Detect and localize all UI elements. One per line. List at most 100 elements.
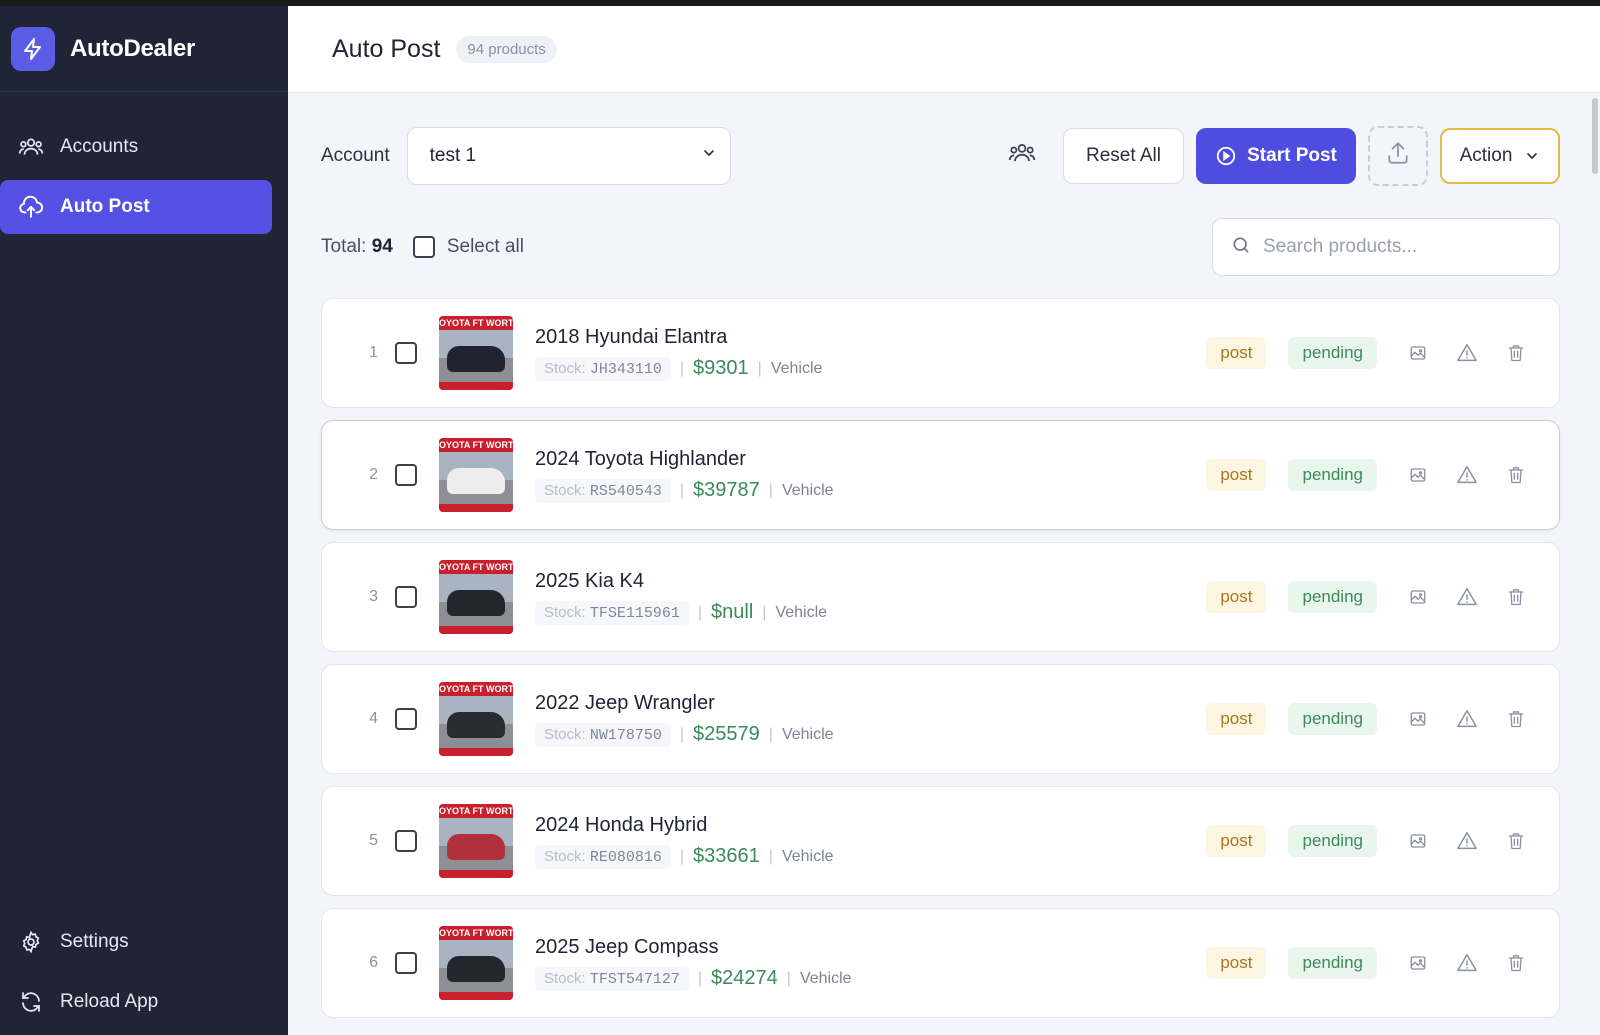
product-type: Vehicle (770, 359, 823, 377)
product-info: 2025 Kia K4 Stock: TFSE115961 | $null | … (535, 570, 827, 625)
sidebar-item-settings[interactable]: Settings (0, 915, 272, 969)
warning-icon[interactable] (1456, 830, 1478, 852)
group-accounts-button[interactable] (1001, 135, 1043, 177)
product-card[interactable]: 5 OYOTA FT WORT 2024 Honda Hybrid Stock:… (321, 786, 1560, 896)
product-card[interactable]: 6 OYOTA FT WORT 2025 Jeep Compass Stock:… (321, 908, 1560, 1018)
product-card[interactable]: 4 OYOTA FT WORT 2022 Jeep Wrangler Stock… (321, 664, 1560, 774)
product-checkbox[interactable] (395, 708, 417, 730)
thumbnail-car (447, 468, 505, 494)
product-index: 3 (369, 588, 378, 605)
brand: AutoDealer (0, 6, 288, 92)
product-thumbnail: OYOTA FT WORT (439, 682, 513, 756)
app-name: AutoDealer (70, 34, 196, 62)
stock-label: Stock: (544, 969, 586, 987)
meta-separator: | (697, 603, 703, 621)
product-index: 1 (369, 344, 378, 361)
product-meta: Stock: TFSE115961 | $null | Vehicle (535, 600, 827, 625)
post-tag: post (1206, 947, 1267, 979)
sidebar-item-label: Auto Post (60, 196, 150, 217)
meta-separator: | (762, 603, 767, 621)
product-actions: post pending (1206, 909, 1559, 1017)
product-actions: post pending (1206, 665, 1559, 773)
trash-icon[interactable] (1505, 708, 1527, 730)
thumbnail-banner: OYOTA FT WORT (439, 438, 513, 452)
trash-icon[interactable] (1505, 464, 1527, 486)
warning-icon[interactable] (1456, 464, 1478, 486)
stock-chip: Stock: NW178750 (535, 722, 671, 747)
product-price: $null (711, 601, 754, 623)
account-select[interactable]: test 1 (406, 127, 731, 185)
warning-icon[interactable] (1456, 708, 1478, 730)
warning-icon[interactable] (1456, 952, 1478, 974)
thumbnail-car (447, 346, 505, 372)
upload-icon (1385, 140, 1411, 172)
product-checkbox[interactable] (395, 586, 417, 608)
sidebar-item-auto-post[interactable]: Auto Post (0, 180, 272, 234)
product-card[interactable]: 1 OYOTA FT WORT 2018 Hyundai Elantra Sto… (321, 298, 1560, 408)
status-badge: pending (1288, 703, 1377, 735)
thumbnail-banner: OYOTA FT WORT (439, 560, 513, 574)
stock-label: Stock: (544, 847, 586, 865)
action-label: Action (1459, 145, 1513, 166)
stock-chip: Stock: RE080816 (535, 844, 671, 869)
post-tag: post (1206, 459, 1267, 491)
product-card[interactable]: 2 OYOTA FT WORT 2024 Toyota Highlander S… (321, 420, 1560, 530)
status-badge: pending (1288, 581, 1377, 613)
image-icon[interactable] (1407, 830, 1429, 852)
trash-icon[interactable] (1505, 342, 1527, 364)
stock-number: TFST547127 (589, 970, 680, 988)
sidebar-item-accounts[interactable]: Accounts (0, 120, 272, 174)
product-name: 2022 Jeep Wrangler (535, 691, 715, 714)
trash-icon[interactable] (1505, 830, 1527, 852)
product-count-badge: 94 products (456, 35, 557, 63)
image-icon[interactable] (1407, 464, 1429, 486)
product-name: 2025 Jeep Compass (535, 935, 719, 958)
post-tag: post (1206, 581, 1267, 613)
product-index: 2 (369, 466, 378, 483)
image-icon[interactable] (1407, 342, 1429, 364)
select-all[interactable]: Select all (412, 236, 524, 258)
product-type: Vehicle (781, 481, 834, 499)
product-thumbnail: OYOTA FT WORT (439, 804, 513, 878)
image-icon[interactable] (1407, 952, 1429, 974)
select-all-checkbox[interactable] (412, 236, 435, 258)
product-index: 6 (369, 954, 378, 971)
thumbnail-car (447, 712, 505, 738)
action-dropdown-button[interactable]: Action (1440, 128, 1560, 184)
trash-icon[interactable] (1505, 952, 1527, 974)
product-info: 2024 Honda Hybrid Stock: RE080816 | $336… (535, 814, 834, 869)
product-checkbox[interactable] (395, 830, 417, 852)
stock-number: RE080816 (589, 848, 662, 866)
warning-icon[interactable] (1456, 342, 1478, 364)
trash-icon[interactable] (1505, 586, 1527, 608)
reset-all-button[interactable]: Reset All (1063, 128, 1184, 184)
start-post-label: Start Post (1247, 145, 1337, 166)
image-icon[interactable] (1407, 586, 1429, 608)
chevron-down-icon (1524, 148, 1540, 164)
product-card[interactable]: 3 OYOTA FT WORT 2025 Kia K4 Stock: TFSE1… (321, 542, 1560, 652)
meta-separator: | (697, 969, 703, 987)
sidebar-item-reload-app[interactable]: Reload App (0, 975, 272, 1029)
product-actions: post pending (1206, 299, 1559, 407)
page-header: Auto Post 94 products (288, 6, 1600, 93)
lightning-icon (11, 26, 55, 71)
scrollbar-thumb[interactable] (1592, 98, 1598, 174)
product-info: 2018 Hyundai Elantra Stock: JH343110 | $… (535, 326, 822, 381)
thumbnail-bottom-strip (439, 870, 513, 878)
image-icon[interactable] (1407, 708, 1429, 730)
product-price: $33661 (693, 845, 760, 867)
warning-icon[interactable] (1456, 586, 1478, 608)
product-name: 2018 Hyundai Elantra (535, 325, 728, 348)
status-badge: pending (1288, 825, 1377, 857)
sidebar-nav: Accounts Auto Post (0, 92, 288, 234)
product-checkbox[interactable] (395, 342, 417, 364)
play-circle-icon (1215, 145, 1237, 167)
product-actions: post pending (1206, 543, 1559, 651)
meta-separator: | (679, 359, 685, 377)
upload-button[interactable] (1368, 126, 1428, 186)
search-input[interactable] (1263, 236, 1543, 258)
post-tag: post (1206, 703, 1267, 735)
product-checkbox[interactable] (395, 464, 417, 486)
product-checkbox[interactable] (395, 952, 417, 974)
start-post-button[interactable]: Start Post (1196, 128, 1356, 184)
